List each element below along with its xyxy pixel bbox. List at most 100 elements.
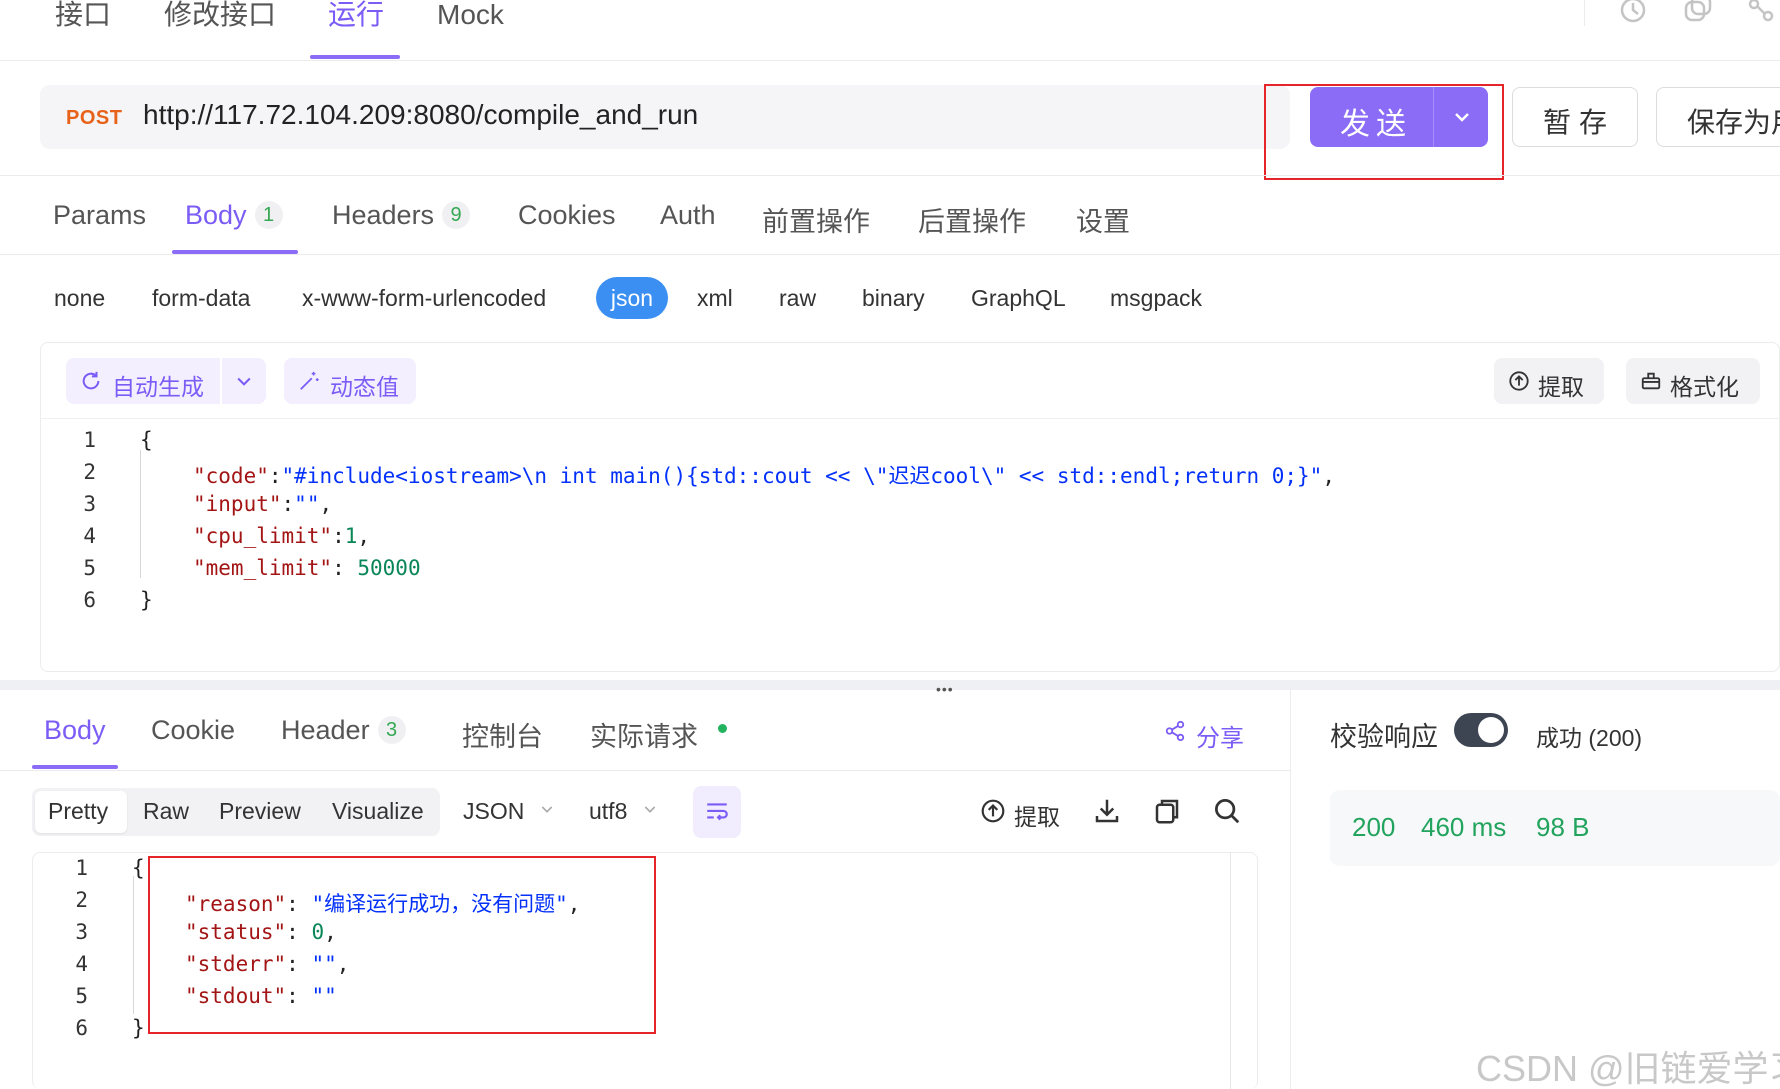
top-tab-mock[interactable]: Mock (437, 0, 504, 30)
response-scrollbar-track[interactable] (1230, 852, 1231, 1089)
code-line[interactable]: "code":"#include<iostream>\n int main(){… (193, 460, 1335, 490)
indent-guide (133, 876, 134, 1014)
extract-button[interactable]: 提取 (1494, 358, 1604, 404)
code-line[interactable]: } (140, 588, 153, 612)
format-label: 格式化 (1670, 374, 1739, 400)
top-tab-interface[interactable]: 接口 (55, 0, 111, 30)
code-line[interactable]: { (140, 428, 153, 452)
view-mode-preview[interactable]: Preview (219, 798, 301, 825)
extract-label: 提取 (1538, 374, 1584, 400)
wrap-lines-icon (707, 803, 728, 821)
line-number: 4 (75, 952, 88, 976)
top-tab-edit-interface[interactable]: 修改接口 (164, 0, 276, 30)
download-icon[interactable] (1092, 796, 1122, 826)
editor-toolbar-separator (40, 418, 1780, 419)
line-number: 1 (75, 856, 88, 880)
chevron-down-icon[interactable] (234, 371, 254, 391)
tab-headers[interactable]: Headers 9 (332, 200, 471, 231)
search-icon[interactable] (1212, 796, 1242, 826)
code-line[interactable]: } (132, 1016, 145, 1040)
body-type-none[interactable]: none (54, 285, 105, 312)
highlight-box-response (148, 856, 656, 1034)
body-type-form-data[interactable]: form-data (152, 285, 250, 312)
line-number: 2 (75, 888, 88, 912)
tab-params[interactable]: Params (53, 200, 146, 231)
refresh-icon (82, 371, 100, 390)
line-number: 5 (75, 984, 88, 1008)
code-line[interactable]: "mem_limit": 50000 (193, 556, 421, 580)
watermark: CSDN @旧链爱学习 (1476, 1048, 1780, 1089)
line-number: 6 (83, 588, 96, 612)
body-type-msgpack[interactable]: msgpack (1110, 285, 1202, 312)
tab-auth[interactable]: Auth (660, 200, 716, 231)
tab-settings[interactable]: 设置 (1076, 200, 1130, 239)
chevron-down-icon (541, 806, 552, 813)
view-mode-visualize[interactable]: Visualize (332, 798, 424, 825)
top-tab-run[interactable]: 运行 (328, 0, 384, 30)
dynamic-value-button[interactable]: 动态值 (284, 358, 416, 404)
body-type-raw[interactable]: raw (779, 285, 816, 312)
response-panel-divider (1290, 690, 1291, 1089)
response-tab-body[interactable]: Body (44, 715, 106, 746)
save-temp-button[interactable]: 暂存 (1512, 87, 1638, 147)
auto-generate-button[interactable]: 自动生成 (66, 358, 266, 404)
copy-icon[interactable] (1152, 796, 1182, 826)
url-bar: POST http://117.72.104.209:8080/compile_… (40, 85, 1290, 149)
view-mode-pretty[interactable]: Pretty (48, 798, 108, 825)
body-type-binary[interactable]: binary (862, 285, 925, 312)
url-input[interactable]: http://117.72.104.209:8080/compile_and_r… (143, 99, 698, 131)
response-tab-console[interactable]: 控制台 (462, 715, 543, 754)
line-number: 5 (83, 556, 96, 580)
tab-post-operations[interactable]: 后置操作 (918, 200, 1026, 239)
line-number: 3 (75, 920, 88, 944)
broom-icon (1641, 372, 1661, 390)
tab-cookies[interactable]: Cookies (518, 200, 616, 231)
response-tab-header[interactable]: Header 3 (281, 715, 406, 746)
format-button[interactable]: 格式化 (1626, 358, 1760, 404)
upload-circle-icon (1509, 371, 1529, 391)
copy-icon[interactable] (1682, 0, 1712, 30)
panel-resize-handle[interactable] (0, 680, 1780, 690)
body-type-json[interactable]: json (596, 277, 668, 319)
upload-circle-icon (981, 799, 1005, 823)
drag-dots-icon[interactable]: ••• (936, 681, 954, 697)
history-icon[interactable] (1618, 0, 1648, 30)
share-icon (1165, 720, 1185, 742)
save-temp-label: 暂存 (1543, 107, 1616, 138)
verify-response-toggle[interactable] (1454, 713, 1508, 747)
headers-count-badge: 9 (442, 201, 471, 229)
body-count-badge: 1 (254, 201, 283, 229)
body-type-graphql[interactable]: GraphQL (971, 285, 1066, 312)
highlight-box-send (1264, 84, 1504, 180)
verify-response-label: 校验响应 (1330, 722, 1438, 752)
view-mode-raw[interactable]: Raw (143, 798, 189, 825)
status-code: 200 (1352, 812, 1396, 842)
response-tab-cookie[interactable]: Cookie (151, 715, 235, 746)
body-type-urlencoded[interactable]: x-www-form-urlencoded (302, 285, 546, 312)
chevron-down-icon (644, 806, 656, 813)
format-select[interactable]: JSON (463, 798, 555, 825)
tab-body[interactable]: Body 1 (185, 200, 283, 231)
request-tabs-separator (0, 254, 1780, 255)
url-separator (0, 175, 1780, 176)
share-nodes-icon[interactable] (1746, 0, 1776, 30)
encoding-select[interactable]: utf8 (589, 798, 658, 825)
dynamic-value-label: 动态值 (330, 374, 399, 400)
line-number: 6 (75, 1016, 88, 1040)
code-line[interactable]: "cpu_limit":1, (193, 524, 370, 548)
response-tabs-separator (0, 770, 1290, 771)
body-type-xml[interactable]: xml (697, 285, 733, 312)
tab-pre-operations[interactable]: 前置操作 (762, 200, 870, 239)
toggle-knob (1478, 717, 1504, 743)
save-as-case-button[interactable]: 保存为用例 (1656, 87, 1780, 147)
share-label: 分享 (1196, 725, 1244, 752)
code-line[interactable]: "input":"", (193, 492, 332, 516)
magic-wand-icon (300, 371, 319, 390)
code-line[interactable]: { (132, 856, 145, 880)
line-number: 1 (83, 428, 96, 452)
method-select[interactable]: POST (66, 107, 122, 130)
response-tab-actual-request[interactable]: 实际请求 (590, 715, 698, 754)
response-tab-indicator (32, 765, 118, 769)
line-number: 3 (83, 492, 96, 516)
wrap-lines-button[interactable] (693, 786, 741, 838)
